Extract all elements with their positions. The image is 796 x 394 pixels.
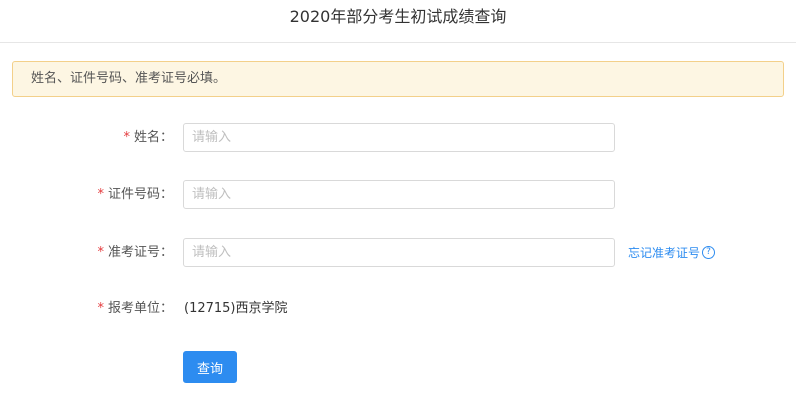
id-number-label-text: 证件号码： bbox=[107, 187, 173, 202]
id-number-label: * 证件号码： bbox=[97, 180, 173, 210]
required-mark: * bbox=[97, 245, 104, 260]
required-fields-notice: 姓名、证件号码、准考证号必填。 bbox=[12, 61, 784, 97]
exam-number-label: * 准考证号： bbox=[97, 238, 173, 268]
score-query-page: 2020年部分考生初试成绩查询 姓名、证件号码、准考证号必填。 *姓名： *证件… bbox=[0, 0, 796, 394]
required-mark: * bbox=[123, 130, 130, 145]
exam-number-label-text: 准考证号： bbox=[107, 245, 173, 260]
institution-label: * 报考单位： bbox=[97, 294, 173, 324]
institution-label-text: 报考单位： bbox=[107, 301, 173, 316]
id-number-input[interactable] bbox=[183, 180, 615, 209]
question-circle-icon[interactable]: ? bbox=[702, 246, 716, 259]
institution-value: (12715)西京学院 bbox=[184, 301, 288, 316]
page-title: 2020年部分考生初试成绩查询 bbox=[0, 0, 796, 43]
name-label: * 姓名： bbox=[123, 123, 173, 153]
required-mark: * bbox=[97, 301, 104, 316]
forgot-exam-number-text[interactable]: 忘记准考证号 bbox=[628, 246, 700, 260]
exam-number-row: *准考证号： 忘记准考证号? bbox=[0, 238, 796, 268]
name-row: * 姓名： bbox=[0, 123, 796, 153]
required-mark: * bbox=[97, 187, 104, 202]
id-number-row: * 证件号码： bbox=[0, 180, 796, 210]
name-input[interactable] bbox=[183, 123, 615, 152]
name-label-text: 姓名： bbox=[133, 130, 173, 145]
notice-text: 姓名、证件号码、准考证号必填。 bbox=[31, 71, 227, 86]
exam-number-input[interactable] bbox=[183, 238, 615, 267]
forgot-exam-number-link[interactable]: 忘记准考证号? bbox=[628, 238, 716, 268]
institution-row: * 报考单位： (12715)西京学院 bbox=[0, 294, 796, 324]
query-button[interactable]: 查询 bbox=[183, 351, 237, 383]
